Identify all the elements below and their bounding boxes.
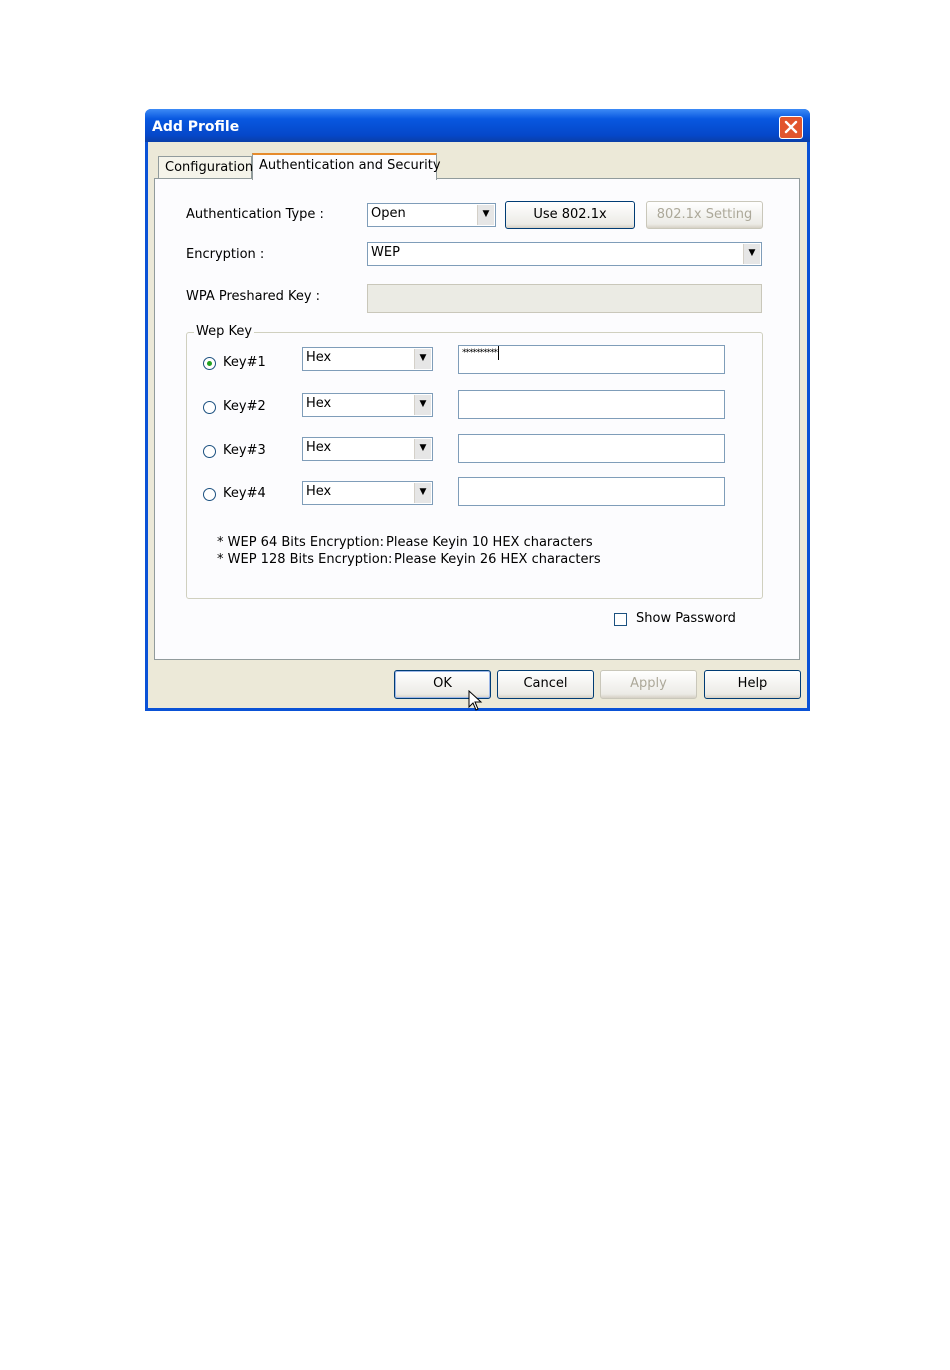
key4-radio[interactable]: [203, 488, 216, 501]
wep-key-caption: Wep Key: [194, 324, 255, 339]
tab-configuration-label: Configuration: [165, 160, 254, 175]
key1-input[interactable]: **********: [458, 345, 725, 374]
key3-radio[interactable]: [203, 445, 216, 458]
key4-label: Key#4: [223, 486, 266, 501]
key4-input[interactable]: [458, 477, 725, 506]
wep64-note-text: Please Keyin 10 HEX characters: [386, 535, 593, 550]
chevron-down-icon[interactable]: ▼: [477, 205, 494, 225]
wep128-note-label: * WEP 128 Bits Encryption:: [217, 552, 393, 567]
use-8021x-button[interactable]: Use 802.1x: [505, 201, 635, 229]
tab-configuration[interactable]: Configuration: [158, 156, 254, 180]
key1-format-select[interactable]: Hex ▼: [302, 347, 433, 371]
key2-format-select[interactable]: Hex ▼: [302, 393, 433, 417]
chevron-down-icon[interactable]: ▼: [414, 483, 431, 503]
tab-authentication-security-label: Authentication and Security: [259, 158, 441, 173]
key1-label: Key#1: [223, 355, 266, 370]
wep128-note-text: Please Keyin 26 HEX characters: [394, 552, 601, 567]
key1-radio[interactable]: [203, 357, 216, 370]
key3-format-value: Hex: [306, 440, 332, 455]
encryption-select[interactable]: WEP ▼: [367, 242, 762, 266]
authentication-type-label: Authentication Type :: [186, 207, 324, 222]
title-bar[interactable]: Add Profile: [145, 109, 810, 142]
key2-input[interactable]: [458, 390, 725, 419]
key3-label: Key#3: [223, 443, 266, 458]
dialog-title: Add Profile: [152, 119, 240, 135]
close-icon: [784, 120, 798, 134]
text-cursor: [498, 346, 499, 360]
8021x-setting-button: 802.1x Setting: [646, 201, 763, 229]
chevron-down-icon[interactable]: ▼: [414, 439, 431, 459]
dialog-client-area: Configuration Authentication and Securit…: [148, 142, 807, 711]
tab-authentication-security[interactable]: Authentication and Security: [252, 153, 441, 180]
show-password-label: Show Password: [636, 611, 736, 626]
show-password-checkbox[interactable]: [614, 613, 627, 626]
wep64-note-label: * WEP 64 Bits Encryption:: [217, 535, 385, 550]
cancel-button[interactable]: Cancel: [497, 670, 594, 699]
radio-selected-dot: [207, 361, 212, 366]
key4-format-select[interactable]: Hex ▼: [302, 481, 433, 505]
chevron-down-icon[interactable]: ▼: [414, 349, 431, 369]
encryption-value: WEP: [371, 245, 400, 260]
help-button[interactable]: Help: [704, 670, 801, 699]
key1-format-value: Hex: [306, 350, 332, 365]
key2-format-value: Hex: [306, 396, 332, 411]
encryption-label: Encryption :: [186, 247, 265, 262]
mouse-pointer-icon: [468, 690, 483, 711]
key3-input[interactable]: [458, 434, 725, 463]
key2-label: Key#2: [223, 399, 266, 414]
wpa-preshared-key-field: [367, 284, 762, 313]
apply-button: Apply: [600, 670, 697, 699]
add-profile-dialog: Add Profile Configuration Authentication…: [145, 109, 810, 711]
key2-radio[interactable]: [203, 401, 216, 414]
tab-panel: Authentication Type : Open ▼ Use 802.1x …: [154, 178, 800, 660]
authentication-type-value: Open: [371, 206, 406, 221]
wpa-preshared-key-label: WPA Preshared Key :: [186, 289, 321, 304]
key4-format-value: Hex: [306, 484, 332, 499]
key1-value: **********: [462, 348, 498, 358]
key3-format-select[interactable]: Hex ▼: [302, 437, 433, 461]
close-button[interactable]: [779, 116, 803, 139]
chevron-down-icon[interactable]: ▼: [414, 395, 431, 415]
chevron-down-icon[interactable]: ▼: [743, 244, 760, 264]
authentication-type-select[interactable]: Open ▼: [367, 203, 496, 227]
